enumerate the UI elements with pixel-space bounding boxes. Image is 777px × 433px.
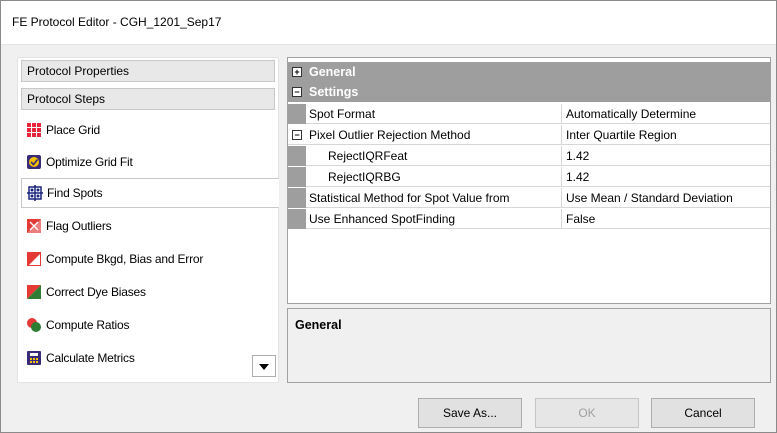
category-general[interactable]: + General [288, 62, 770, 82]
step-label: Calculate Metrics [46, 351, 135, 365]
row-gutter [288, 104, 306, 124]
cancel-button[interactable]: Cancel [651, 398, 755, 428]
property-name: Statistical Method for Spot Value from [309, 188, 562, 208]
property-value[interactable]: 1.42 [566, 167, 766, 187]
calculate-metrics-icon [26, 350, 42, 366]
protocol-properties-header[interactable]: Protocol Properties [21, 60, 275, 82]
property-row[interactable]: Use Enhanced SpotFinding False [288, 209, 770, 229]
place-grid-icon [26, 122, 42, 138]
property-name: RejectIQRBG [328, 167, 562, 187]
row-gutter [288, 209, 306, 229]
title-bar[interactable]: FE Protocol Editor - CGH_1201_Sep17 [1, 1, 776, 45]
property-name: Pixel Outlier Rejection Method [309, 125, 562, 145]
collapse-icon[interactable]: − [292, 87, 302, 97]
caret-down-icon [259, 359, 269, 373]
step-label: Place Grid [46, 123, 101, 137]
property-row[interactable]: Statistical Method for Spot Value from U… [288, 188, 770, 208]
property-value[interactable]: False [566, 209, 766, 229]
property-name: Use Enhanced SpotFinding [309, 209, 562, 229]
property-name: RejectIQRFeat [328, 146, 562, 166]
flag-outliers-icon [26, 218, 42, 234]
save-as-button[interactable]: Save As... [418, 398, 522, 428]
property-row[interactable]: RejectIQRFeat 1.42 [288, 146, 770, 166]
step-compute-bkgd-bias-error[interactable]: Compute Bkgd, Bias and Error [21, 244, 275, 274]
step-correct-dye-biases[interactable]: Correct Dye Biases [21, 277, 275, 307]
step-label: Compute Bkgd, Bias and Error [46, 252, 204, 266]
optimize-grid-icon [26, 154, 42, 170]
step-place-grid[interactable]: Place Grid [21, 115, 275, 145]
step-label: Find Spots [47, 186, 103, 200]
protocol-steps-header[interactable]: Protocol Steps [21, 88, 275, 110]
step-label: Correct Dye Biases [46, 285, 146, 299]
property-row[interactable]: RejectIQRBG 1.42 [288, 167, 770, 187]
step-label: Compute Ratios [46, 318, 130, 332]
property-name: Spot Format [309, 104, 562, 124]
protocol-editor-window: FE Protocol Editor - CGH_1201_Sep17 Prot… [0, 0, 777, 433]
category-settings[interactable]: − Settings [288, 82, 770, 102]
compute-bkgd-icon [26, 251, 42, 267]
category-label: Settings [309, 85, 359, 99]
step-optimize-grid-fit[interactable]: Optimize Grid Fit [21, 147, 275, 177]
property-grid: + General − Settings Spot Format Automat… [287, 57, 771, 304]
step-find-spots[interactable]: Find Spots [21, 178, 279, 208]
description-title: General [295, 318, 342, 332]
correct-dye-icon [26, 284, 42, 300]
scroll-down-button[interactable] [252, 355, 276, 377]
step-calculate-metrics[interactable]: Calculate Metrics [21, 343, 275, 373]
property-row[interactable]: Spot Format Automatically Determine [288, 104, 770, 124]
step-label: Optimize Grid Fit [46, 155, 133, 169]
description-pane: General [287, 308, 771, 383]
row-gutter [288, 146, 306, 166]
compute-ratios-icon [26, 317, 42, 333]
property-value[interactable]: Automatically Determine [566, 104, 766, 124]
row-gutter [288, 167, 306, 187]
property-row[interactable]: − Pixel Outlier Rejection Method Inter Q… [288, 125, 770, 145]
step-label: Flag Outliers [46, 219, 112, 233]
window-title: FE Protocol Editor - CGH_1201_Sep17 [12, 15, 222, 29]
ok-button[interactable]: OK [535, 398, 639, 428]
property-value[interactable]: 1.42 [566, 146, 766, 166]
protocol-steps-pane: Protocol Properties Protocol Steps Place… [17, 57, 279, 383]
find-spots-icon [27, 185, 43, 201]
step-flag-outliers[interactable]: Flag Outliers [21, 211, 275, 241]
collapse-icon[interactable]: − [292, 130, 302, 140]
expand-icon[interactable]: + [292, 67, 302, 77]
property-value[interactable]: Use Mean / Standard Deviation [566, 188, 766, 208]
row-gutter [288, 188, 306, 208]
category-label: General [309, 65, 356, 79]
step-compute-ratios[interactable]: Compute Ratios [21, 310, 275, 340]
property-value[interactable]: Inter Quartile Region [566, 125, 766, 145]
